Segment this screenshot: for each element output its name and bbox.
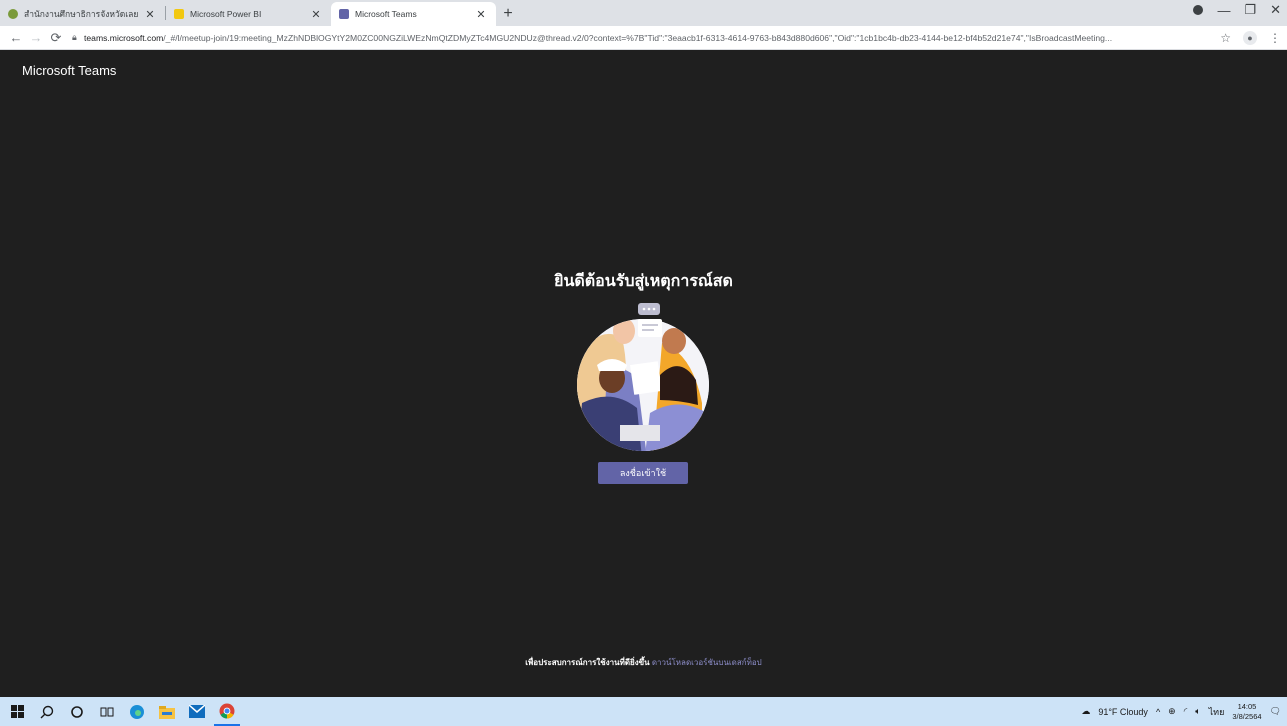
clock[interactable]: 14:05 3/8/2564 (1232, 702, 1261, 722)
clock-date: 3/8/2564 (1232, 711, 1262, 721)
star-icon[interactable]: ☆ (1220, 31, 1231, 45)
cortana-icon[interactable] (64, 697, 90, 726)
tab-title: Microsoft Power BI (190, 9, 262, 19)
download-desktop-link[interactable]: ดาวน์โหลดเวอร์ชันบนเดสก์ท็อป (652, 658, 762, 667)
clock-time: 14:05 (1237, 701, 1257, 711)
tab-0[interactable]: สำนักงานศึกษาธิการจังหวัดเลย ✕ (0, 2, 165, 26)
chrome-icon[interactable] (214, 697, 240, 726)
language-indicator[interactable]: ไทย (1209, 705, 1225, 719)
teams-favicon-icon (339, 9, 349, 19)
window-controls: — ❐ ✕ (1193, 2, 1281, 18)
profile-icon[interactable]: ● (1243, 30, 1257, 45)
system-tray: ☁ 91°F Cloudy ^ ⊕ ◜ 🔈︎ ไทย 14:05 3/8/256… (1081, 697, 1281, 726)
tab-favicon-icon (8, 9, 18, 19)
desktop-download-prompt: เพื่อประสบการณ์การใช้งานที่ดียิ่งขึ้น ดา… (0, 656, 1287, 669)
tab-title: Microsoft Teams (355, 9, 417, 19)
chevron-up-icon[interactable]: ^ (1156, 707, 1160, 717)
lock-icon[interactable]: 🔒︎ (72, 32, 84, 43)
url-host: teams.microsoft.com (84, 32, 164, 43)
file-explorer-icon[interactable] (154, 697, 180, 726)
search-icon[interactable] (34, 697, 60, 726)
tab-2[interactable]: Microsoft Teams ✕ (331, 2, 496, 26)
network-icon[interactable]: ◜ (1184, 706, 1188, 717)
volume-icon[interactable]: 🔈︎ (1195, 706, 1200, 717)
reload-icon[interactable]: ⟳ (46, 30, 66, 46)
signin-button[interactable]: ลงชื่อเข้าใช้ (598, 462, 688, 484)
windows-taskbar: ☁ 91°F Cloudy ^ ⊕ ◜ 🔈︎ ไทย 14:05 3/8/256… (0, 697, 1287, 726)
notification-icon[interactable]: 🗨︎ (1270, 706, 1281, 717)
tab-1[interactable]: Microsoft Power BI ✕ (166, 2, 331, 26)
new-tab-icon[interactable]: + (496, 2, 520, 26)
windows-start-icon[interactable] (4, 697, 30, 726)
close-window-icon[interactable]: ✕ (1270, 2, 1281, 18)
meet-now-icon[interactable]: ⊕ (1168, 706, 1176, 717)
menu-icon[interactable]: ⋮ (1269, 31, 1281, 45)
forward-icon[interactable]: → (26, 30, 46, 45)
browser-toolbar: ← → ⟳ 🔒︎ teams.microsoft.com/_#/l/meetup… (0, 26, 1287, 50)
tab-close-icon[interactable]: ✕ (143, 8, 157, 21)
back-icon[interactable]: ← (6, 30, 26, 45)
restore-icon[interactable]: ❐ (1244, 2, 1256, 18)
minimize-icon[interactable]: — (1217, 3, 1230, 18)
weather-text[interactable]: 91°F Cloudy (1098, 707, 1148, 717)
tab-close-icon[interactable]: ✕ (474, 8, 488, 21)
tab-close-icon[interactable]: ✕ (309, 8, 323, 21)
url-path: /_#/l/meetup-join/19:meeting_MzZhNDBlOGY… (163, 32, 1113, 43)
edge-icon[interactable] (124, 697, 150, 726)
footer-text: เพื่อประสบการณ์การใช้งานที่ดียิ่งขึ้น (525, 658, 650, 667)
mail-icon[interactable] (184, 697, 210, 726)
tab-title: สำนักงานศึกษาธิการจังหวัดเลย (24, 9, 139, 19)
browser-tab-strip: สำนักงานศึกษาธิการจังหวัดเลย ✕ Microsoft… (0, 0, 1287, 26)
chrome-profile-icon[interactable] (1193, 5, 1204, 15)
app-brand: Microsoft Teams (22, 63, 117, 78)
task-view-icon[interactable] (94, 697, 120, 726)
tab-favicon-icon (174, 9, 184, 19)
teams-app: Microsoft Teams ยินดีต้อนรับสู่เหตุการณ์… (0, 51, 1287, 697)
weather-cloud-icon[interactable]: ☁ (1081, 706, 1090, 717)
address-bar[interactable]: 🔒︎ teams.microsoft.com/_#/l/meetup-join/… (72, 28, 1214, 48)
welcome-illustration (577, 303, 709, 451)
welcome-heading: ยินดีต้อนรับสู่เหตุการณ์สด (554, 273, 733, 290)
